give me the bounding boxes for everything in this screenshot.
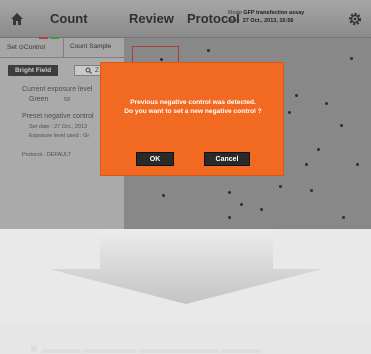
dialog-message: Previous negative control was detected. … <box>101 98 285 116</box>
dialog-line-2: Do you want to set a new negative contro… <box>124 108 262 115</box>
bottom-caption-cropped: ■ ▬▬▬ ▬▬▬▬ ▬▬▬▬▬▬ ▬▬▬ <box>30 341 261 354</box>
cancel-button[interactable]: Cancel <box>204 152 250 166</box>
down-arrow-graphic <box>0 229 371 354</box>
negative-control-dialog: Previous negative control was detected. … <box>100 62 284 176</box>
dialog-line-1: Previous negative control was detected. <box>130 99 256 106</box>
ok-button[interactable]: OK <box>136 152 174 166</box>
